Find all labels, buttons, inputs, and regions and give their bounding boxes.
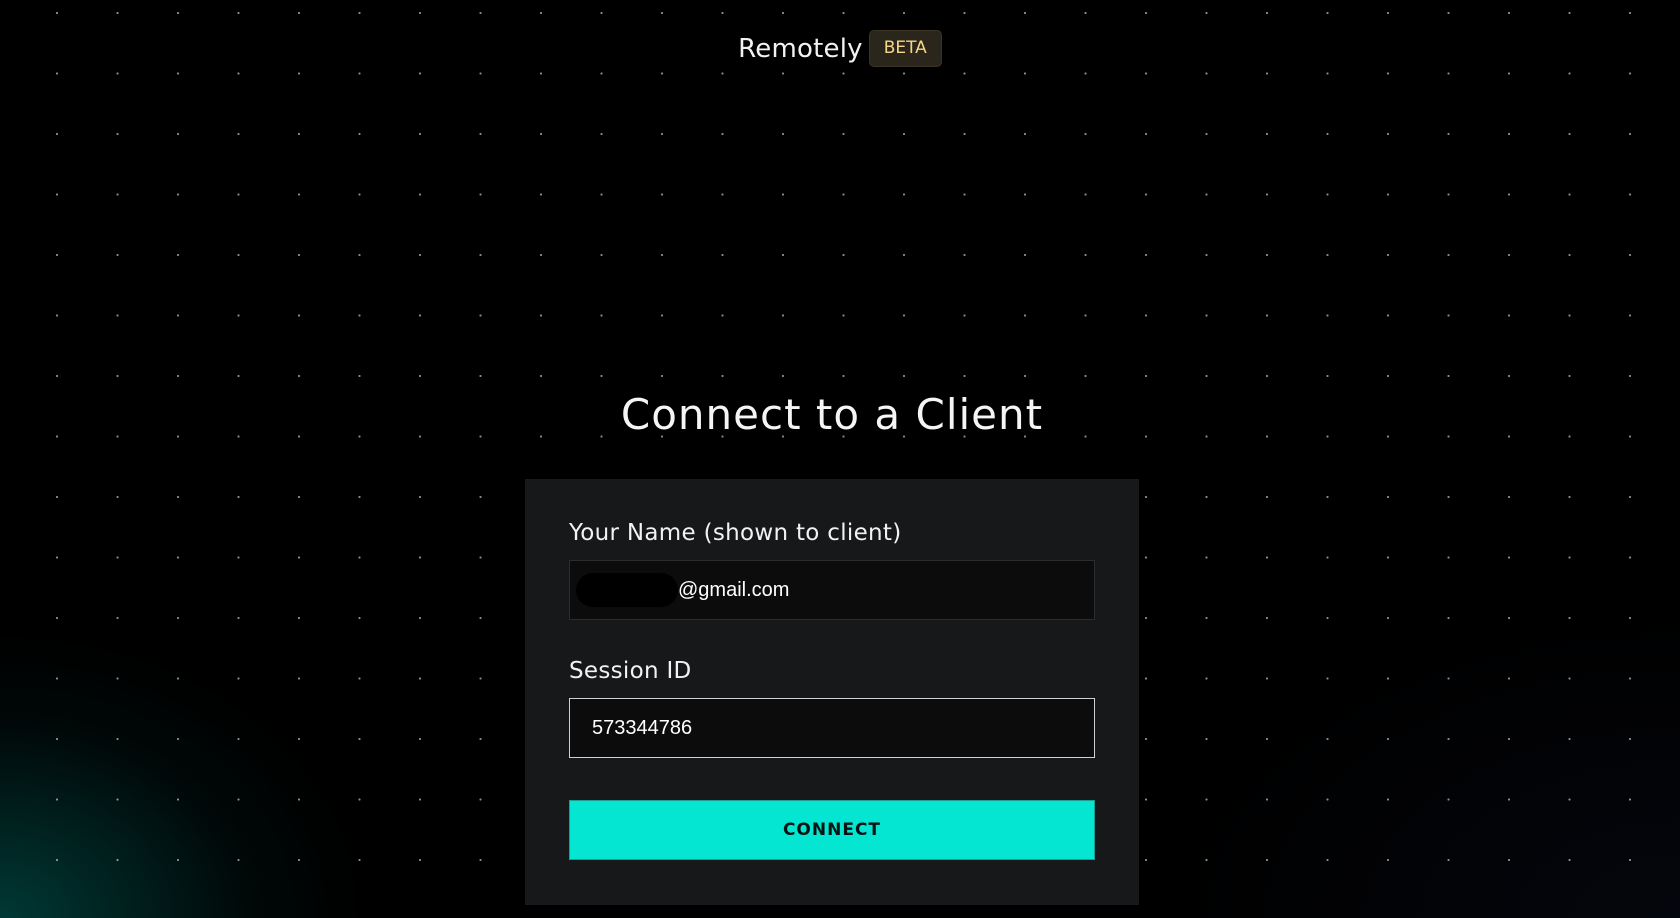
name-input[interactable]: @gmail.com: [569, 560, 1095, 620]
name-field-label: Your Name (shown to client): [569, 520, 902, 546]
brand-name[interactable]: Remotely: [738, 34, 863, 64]
name-input-value: @gmail.com: [678, 578, 790, 601]
redaction-mark: [576, 573, 678, 607]
connect-button[interactable]: CONNECT: [569, 800, 1095, 860]
session-id-label: Session ID: [569, 658, 692, 684]
session-id-value: 573344786: [592, 716, 693, 739]
page-title: Connect to a Client: [620, 390, 1044, 439]
beta-badge: BETA: [868, 30, 942, 67]
connect-form-card: Your Name (shown to client) @gmail.com S…: [525, 479, 1139, 905]
brand-header: Remotely BETA: [0, 30, 1680, 67]
session-id-input[interactable]: 573344786: [569, 698, 1095, 758]
